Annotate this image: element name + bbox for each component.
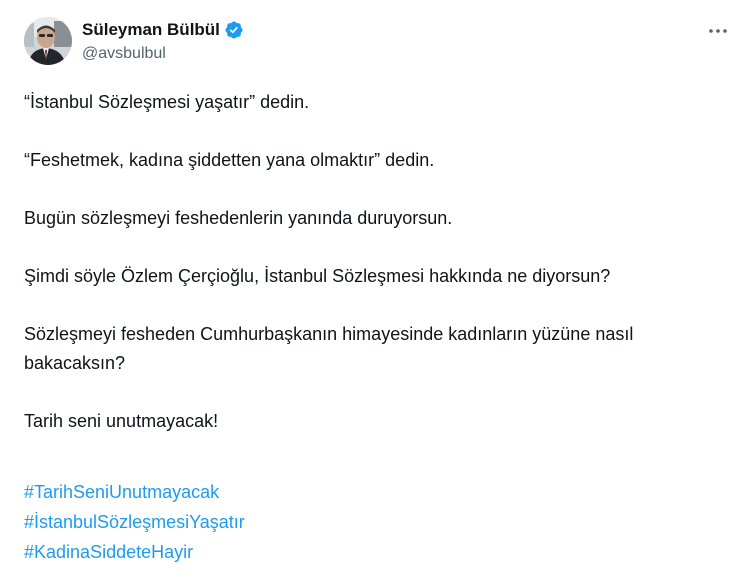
hashtag-list: #TarihSeniUnutmayacak #İstanbulSözleşmes… bbox=[24, 477, 245, 567]
hashtag-link[interactable]: #İstanbulSözleşmesiYaşatır bbox=[24, 507, 245, 537]
tweet-paragraph: “İstanbul Sözleşmesi yaşatır” dedin. bbox=[24, 92, 310, 112]
tweet-paragraph: “Feshetmek, kadına şiddetten yana olmakt… bbox=[24, 150, 435, 170]
hashtag-link[interactable]: #TarihSeniUnutmayacak bbox=[24, 477, 245, 507]
author-info: Süleyman Bülbül @avsbulbul bbox=[82, 17, 244, 63]
tweet-paragraph: Bugün sözleşmeyi feshedenlerin yanında d… bbox=[24, 208, 453, 228]
tweet-card: Süleyman Bülbül @avsbulbul “İstanbul Söz… bbox=[0, 0, 751, 577]
avatar[interactable] bbox=[24, 17, 72, 65]
tweet-paragraph: Tarih seni unutmayacak! bbox=[24, 411, 219, 431]
verified-badge-icon bbox=[224, 20, 244, 40]
hashtag-link[interactable]: #KadinaSiddeteHayir bbox=[24, 537, 245, 567]
tweet-paragraph: Sözleşmeyi fesheden Cumhurbaşkanın himay… bbox=[24, 324, 634, 373]
tweet-paragraph: Şimdi söyle Özlem Çerçioğlu, İstanbul Sö… bbox=[24, 266, 611, 286]
tweet-text: “İstanbul Sözleşmesi yaşatır” dedin. “Fe… bbox=[24, 88, 734, 436]
display-name[interactable]: Süleyman Bülbül bbox=[82, 20, 220, 40]
more-options-icon[interactable] bbox=[707, 20, 729, 42]
name-row: Süleyman Bülbül bbox=[82, 17, 244, 43]
avatar-image bbox=[24, 17, 72, 65]
author-handle[interactable]: @avsbulbul bbox=[82, 45, 244, 63]
